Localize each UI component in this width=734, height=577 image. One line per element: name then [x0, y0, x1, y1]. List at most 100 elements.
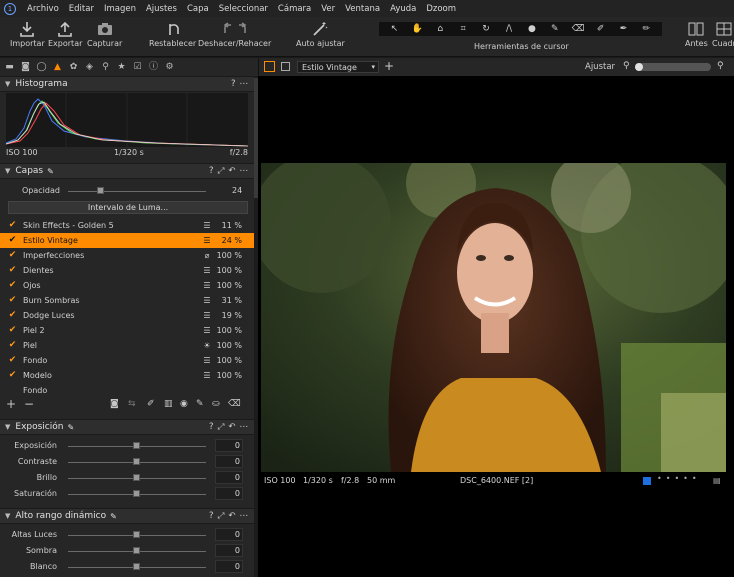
layer-row[interactable]: ✔ Modelo ☰ 100 %: [0, 368, 254, 383]
layer-name[interactable]: Ojos: [23, 281, 41, 290]
layer-checkbox[interactable]: ✔: [8, 371, 17, 380]
spot-tool-icon[interactable]: ●: [526, 24, 538, 35]
library-tab-icon[interactable]: ▬: [3, 61, 16, 74]
slider-value-field[interactable]: 0: [215, 560, 243, 573]
layer-checkbox[interactable]: ✔: [8, 221, 17, 230]
slider-value-field[interactable]: 0: [215, 439, 243, 452]
slider-knob[interactable]: [133, 547, 140, 554]
layer-row[interactable]: ✔ Estilo Vintage ☰ 24 %: [0, 233, 254, 248]
export-button[interactable]: Exportar: [48, 21, 82, 48]
zoom-in-icon[interactable]: ⚲: [717, 61, 724, 71]
brush-icon[interactable]: ✐: [147, 399, 155, 409]
color-tag-icon[interactable]: [643, 477, 651, 485]
picker-tool-icon[interactable]: ✎: [549, 24, 561, 35]
help-icon[interactable]: ?: [209, 511, 214, 521]
reset-icon[interactable]: ↶: [228, 422, 235, 432]
app-logo-icon[interactable]: 1: [4, 2, 16, 15]
layer-row[interactable]: ✔ Skin Effects - Golden 5 ☰ 11 %: [0, 218, 254, 233]
layer-row[interactable]: ✔ Imperfecciones ⌀ 100 %: [0, 248, 254, 263]
color-tab-icon[interactable]: ✿: [67, 61, 80, 74]
hdr-header[interactable]: ▼ Alto rango dinámico ✎ ? ⤢ ↶ ⋯: [0, 508, 254, 524]
menu-capa[interactable]: Capa: [182, 4, 214, 14]
layer-name[interactable]: Skin Effects - Golden 5: [23, 221, 114, 230]
layer-checkbox[interactable]: ✔: [8, 266, 17, 275]
blank-icon[interactable]: [201, 386, 213, 396]
bandage-icon[interactable]: ⌀: [201, 251, 213, 261]
adjustments-icon[interactable]: ☰: [201, 281, 213, 291]
adjustments-icon[interactable]: ☰: [201, 326, 213, 336]
layer-checkbox[interactable]: ✔: [8, 356, 17, 365]
layer-checkbox[interactable]: ✔: [8, 296, 17, 305]
layer-name[interactable]: Piel 2: [23, 326, 45, 335]
info-toggle-icon[interactable]: ▤: [713, 476, 721, 485]
zoom-out-icon[interactable]: ⚲: [623, 61, 630, 71]
layer-checkbox[interactable]: ✔: [8, 311, 17, 320]
sun-icon[interactable]: ☀: [201, 341, 213, 351]
more-icon[interactable]: ⋯: [240, 79, 249, 89]
layer-checkbox[interactable]: ✔: [8, 236, 17, 245]
slider-knob[interactable]: [133, 563, 140, 570]
layer-name[interactable]: Piel: [23, 341, 37, 350]
slider-knob[interactable]: [133, 474, 140, 481]
adjustments-icon[interactable]: ☰: [201, 296, 213, 306]
slider-knob[interactable]: [133, 490, 140, 497]
metadata-tab-icon[interactable]: ⓘ: [147, 61, 160, 74]
layer-checkbox[interactable]: [8, 386, 17, 395]
layer-row[interactable]: ✔ Piel ☀ 100 %: [0, 338, 254, 353]
adjustments-icon[interactable]: ☰: [201, 311, 213, 321]
opacity-slider-knob[interactable]: [97, 187, 105, 194]
adjustments-icon[interactable]: ☰: [201, 356, 213, 366]
more-icon[interactable]: ⋯: [240, 422, 249, 432]
menu-ayuda[interactable]: Ayuda: [385, 4, 421, 14]
slider-value-field[interactable]: 0: [215, 471, 243, 484]
adjustments-icon[interactable]: ☰: [201, 236, 213, 246]
adjustments-icon[interactable]: ☰: [201, 371, 213, 381]
histogram-header[interactable]: ▼ Histograma ? ⋯: [0, 76, 254, 92]
layer-checkbox[interactable]: ✔: [8, 341, 17, 350]
lens-tab-icon[interactable]: ◯: [35, 61, 48, 74]
keystone-tool-icon[interactable]: /\: [503, 24, 515, 35]
layers-tab-icon[interactable]: ◈: [83, 61, 96, 74]
slider-knob[interactable]: [133, 458, 140, 465]
layer-name[interactable]: Dodge Luces: [23, 311, 75, 320]
menu-ajustes[interactable]: Ajustes: [141, 4, 182, 14]
menu-ver[interactable]: Ver: [316, 4, 340, 14]
copy-icon[interactable]: ⤢: [218, 422, 225, 432]
menu-ventana[interactable]: Ventana: [340, 4, 385, 14]
radial-gradient-icon[interactable]: ◉: [180, 399, 188, 409]
layer-name[interactable]: Fondo: [23, 356, 47, 365]
layer-row[interactable]: ✔ Dientes ☰ 100 %: [0, 263, 254, 278]
eraser-icon[interactable]: ⌫: [228, 399, 241, 409]
mask-brush-icon[interactable]: ✒: [618, 24, 630, 35]
layer-name[interactable]: Imperfecciones: [23, 251, 84, 260]
rotate-tool-icon[interactable]: ↻: [480, 24, 492, 35]
layer-row[interactable]: ✔ Piel 2 ☰ 100 %: [0, 323, 254, 338]
layers-header[interactable]: ▼ Capas ✎ ? ⤢ ↶ ⋯: [0, 163, 254, 179]
help-icon[interactable]: ?: [231, 79, 236, 89]
reset-icon[interactable]: ↶: [228, 511, 235, 521]
grid-button[interactable]: Cuadr: [712, 21, 734, 48]
layer-row[interactable]: Fondo: [0, 383, 254, 398]
copy-icon[interactable]: ⤢: [218, 166, 225, 176]
menu-camara[interactable]: Cámara: [273, 4, 316, 14]
layer-name[interactable]: Fondo: [23, 386, 47, 395]
auto-adjust-button[interactable]: Auto ajustar: [296, 21, 345, 48]
menu-seleccionar[interactable]: Seleccionar: [214, 4, 273, 14]
layer-row[interactable]: ✔ Dodge Luces ☰ 19 %: [0, 308, 254, 323]
add-layer-icon[interactable]: +: [6, 397, 16, 411]
layer-checkbox[interactable]: ✔: [8, 251, 17, 260]
adjustments-icon[interactable]: ☰: [201, 221, 213, 231]
heal-icon[interactable]: ✎: [196, 399, 204, 409]
remove-layer-icon[interactable]: −: [24, 397, 34, 411]
slider-knob[interactable]: [133, 531, 140, 538]
layer-row[interactable]: ✔ Fondo ☰ 100 %: [0, 353, 254, 368]
more-icon[interactable]: ⋯: [240, 166, 249, 176]
settings-tab-icon[interactable]: ⚙: [163, 61, 176, 74]
slider-value-field[interactable]: 0: [215, 487, 243, 500]
rating-dots-icon[interactable]: •••••: [657, 474, 701, 483]
layer-name[interactable]: Dientes: [23, 266, 54, 275]
zoom-slider-knob[interactable]: [635, 63, 643, 71]
portrait-photo[interactable]: [261, 163, 726, 472]
slider-value-field[interactable]: 0: [215, 528, 243, 541]
style-select[interactable]: Estilo Vintage ▾: [297, 61, 379, 73]
